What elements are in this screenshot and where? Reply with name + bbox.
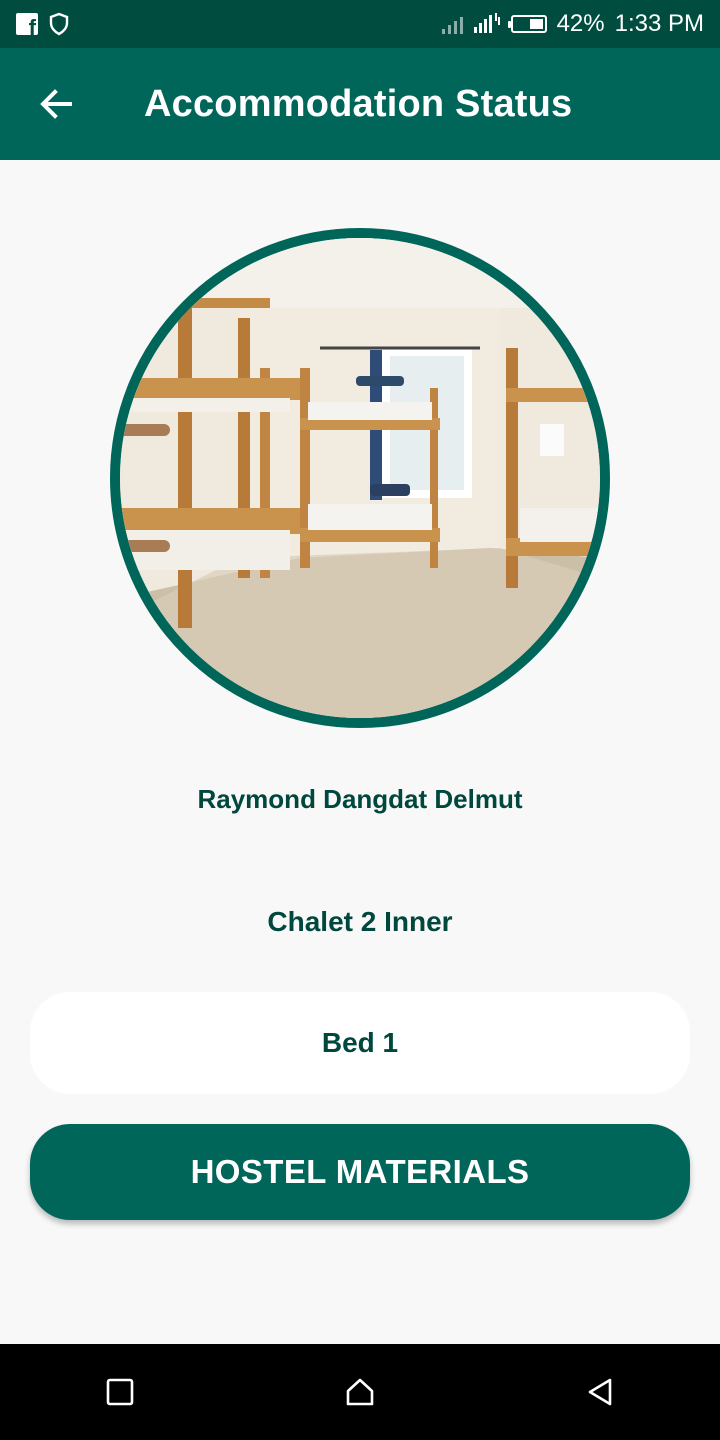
status-left-icons: f [16,12,70,36]
facebook-icon: f [16,13,38,35]
shield-icon [49,12,69,36]
page-title: Accommodation Status [144,82,573,125]
back-nav-button[interactable] [540,1344,660,1440]
home-button[interactable] [300,1344,420,1440]
back-triangle-icon [588,1378,612,1406]
clock: 1:33 PM [614,10,704,37]
status-bar: f 42% 1:33 PM [0,0,720,48]
back-button[interactable] [0,48,112,160]
hostel-materials-button[interactable]: HOSTEL MATERIALS [30,1124,690,1220]
bed-card: Bed 1 [30,992,690,1094]
data-icon [473,13,500,33]
home-icon [346,1378,374,1406]
bed-label: Bed 1 [321,1027,399,1058]
system-nav-bar [0,1344,720,1440]
status-right-icons: 42% 1:33 PM [441,10,704,38]
room-name: Chalet 2 Inner [267,906,453,937]
recent-apps-icon [106,1378,134,1406]
battery-icon [507,15,547,33]
arrow-back-icon [40,89,72,119]
app-bar: Accommodation Status [0,48,720,160]
recent-apps-button[interactable] [60,1344,180,1440]
dormitory-photo [110,228,610,728]
signal-icon [441,14,463,34]
battery-percent: 42% [556,10,605,37]
resident-name: Raymond Dangdat Delmut [197,784,523,814]
